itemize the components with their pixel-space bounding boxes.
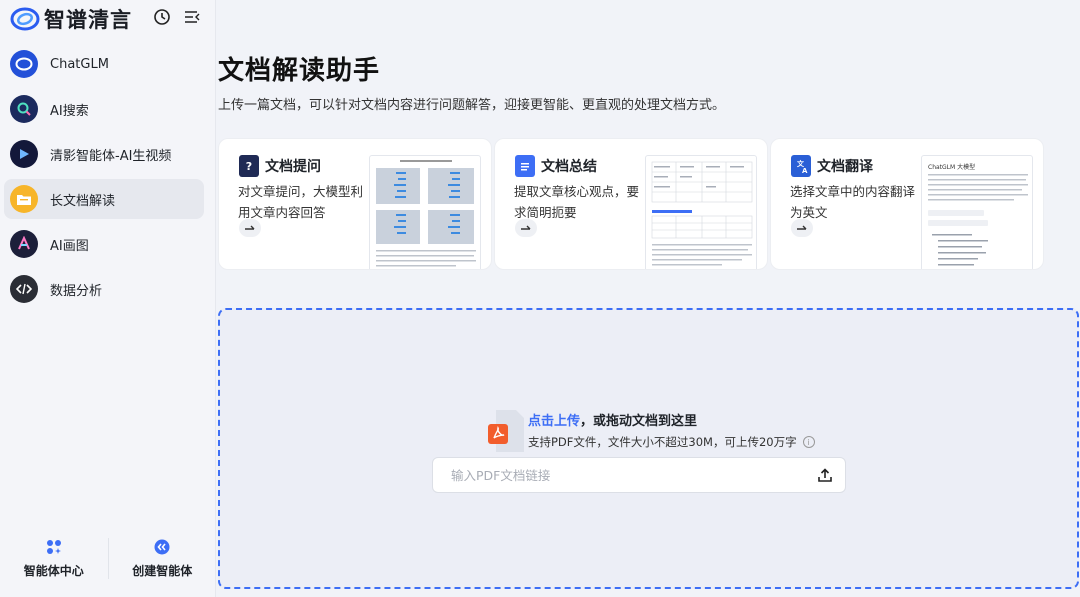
- card-doc-question[interactable]: ? 文档提问 对文章提问，大模型利用文章内容回答: [218, 138, 492, 270]
- pdf-url-input[interactable]: [433, 458, 803, 492]
- doc-preview-thumbnail: [369, 155, 481, 269]
- bottom-button-label: 创建智能体: [132, 564, 193, 578]
- main-content: 文档解读助手 上传一篇文档，可以针对文档内容进行问题解答，迎接更智能、更直观的处…: [217, 0, 1080, 597]
- create-agent-icon: [153, 538, 171, 556]
- sidebar-nav: ChatGLM AI搜索 清影智能体-AI生视频 长文档解读 AI画图 数据分析: [4, 44, 204, 314]
- card-doc-summary[interactable]: 文档总结 提取文章核心观点，要求简明扼要: [494, 138, 768, 270]
- pdf-file-icon: [488, 410, 524, 452]
- sidebar-item-long-doc[interactable]: 长文档解读: [4, 179, 204, 219]
- sidebar: 智谱清言 ChatGLM AI搜索 清影智能体-AI生视频 长文档解读 AI画图…: [0, 0, 216, 597]
- upload-dropzone[interactable]: 点击上传，或拖动文档到这里 支持PDF文件，文件大小不超过30M，可上传20万字…: [218, 308, 1079, 589]
- card-title: 文档提问: [265, 159, 321, 175]
- page-subtitle: 上传一篇文档，可以针对文档内容进行问题解答，迎接更智能、更直观的处理文档方式。: [218, 98, 726, 113]
- card-desc: 选择文章中的内容翻译为英文: [790, 184, 916, 220]
- agents-center-button[interactable]: 智能体中心: [0, 538, 108, 579]
- sidebar-item-ai-search[interactable]: AI搜索: [4, 89, 204, 129]
- sidebar-item-chatglm[interactable]: ChatGLM: [4, 44, 204, 84]
- collapse-sidebar-icon[interactable]: [183, 8, 201, 26]
- brand-logo-icon: [10, 7, 40, 31]
- upload-hint-text: 支持PDF文件，文件大小不超过30M，可上传20万字: [528, 435, 797, 449]
- upload-icon[interactable]: [817, 467, 833, 483]
- card-doc-translate[interactable]: 文A 文档翻译 选择文章中的内容翻译为英文 ChatGLM 大模型: [770, 138, 1044, 270]
- upload-hint: 支持PDF文件，文件大小不超过30M，可上传20万字 i: [528, 434, 815, 450]
- bottom-button-label: 智能体中心: [23, 564, 84, 578]
- svg-text:?: ?: [246, 160, 252, 173]
- sidebar-item-label: 长文档解读: [50, 193, 116, 209]
- create-agent-button[interactable]: 创建智能体: [107, 538, 217, 579]
- code-icon: [10, 275, 38, 303]
- card-desc: 提取文章核心观点，要求简明扼要: [514, 184, 640, 220]
- click-upload-link[interactable]: 点击上传: [528, 414, 580, 429]
- ai-draw-icon: [10, 230, 38, 258]
- sidebar-item-label: ChatGLM: [50, 56, 109, 72]
- brand-name: 智谱清言: [44, 8, 132, 32]
- upload-instruction: 点击上传，或拖动文档到这里: [528, 410, 697, 429]
- brand[interactable]: 智谱清言: [10, 6, 132, 32]
- ai-video-icon: [10, 140, 38, 168]
- history-icon[interactable]: [153, 8, 171, 26]
- arrow-right-icon[interactable]: [239, 219, 261, 237]
- folder-icon: [10, 185, 38, 213]
- sidebar-item-label: 清影智能体-AI生视频: [50, 148, 172, 164]
- arrow-right-icon[interactable]: [791, 219, 813, 237]
- sidebar-item-ai-draw[interactable]: AI画图: [4, 224, 204, 264]
- agents-grid-icon: [45, 538, 63, 556]
- pdf-url-input-wrap: [432, 457, 846, 493]
- card-desc: 对文章提问，大模型利用文章内容回答: [238, 184, 364, 220]
- card-title: 文档翻译: [817, 159, 873, 175]
- chatglm-icon: [10, 50, 38, 78]
- preview-title: ChatGLM 大模型: [928, 164, 976, 171]
- card-title: 文档总结: [541, 159, 597, 175]
- doc-preview-thumbnail: ChatGLM 大模型: [921, 155, 1033, 269]
- svg-text:A: A: [802, 167, 808, 174]
- drag-text: ，或拖动文档到这里: [580, 414, 698, 429]
- sidebar-item-label: AI搜索: [50, 103, 89, 119]
- sidebar-item-ai-video[interactable]: 清影智能体-AI生视频: [4, 134, 204, 174]
- info-icon[interactable]: i: [802, 436, 815, 448]
- page-title: 文档解读助手: [218, 56, 381, 86]
- doc-summary-icon: [515, 155, 535, 177]
- doc-question-icon: ?: [239, 155, 259, 177]
- doc-preview-thumbnail: [645, 155, 757, 269]
- sidebar-item-label: AI画图: [50, 238, 89, 254]
- sidebar-item-data-analysis[interactable]: 数据分析: [4, 269, 204, 309]
- sidebar-item-label: 数据分析: [50, 283, 103, 299]
- feature-cards: ? 文档提问 对文章提问，大模型利用文章内容回答 文档总结 提取文章核心观点，要…: [218, 138, 1046, 270]
- doc-translate-icon: 文A: [791, 155, 811, 177]
- arrow-right-icon[interactable]: [515, 219, 537, 237]
- ai-search-icon: [10, 95, 38, 123]
